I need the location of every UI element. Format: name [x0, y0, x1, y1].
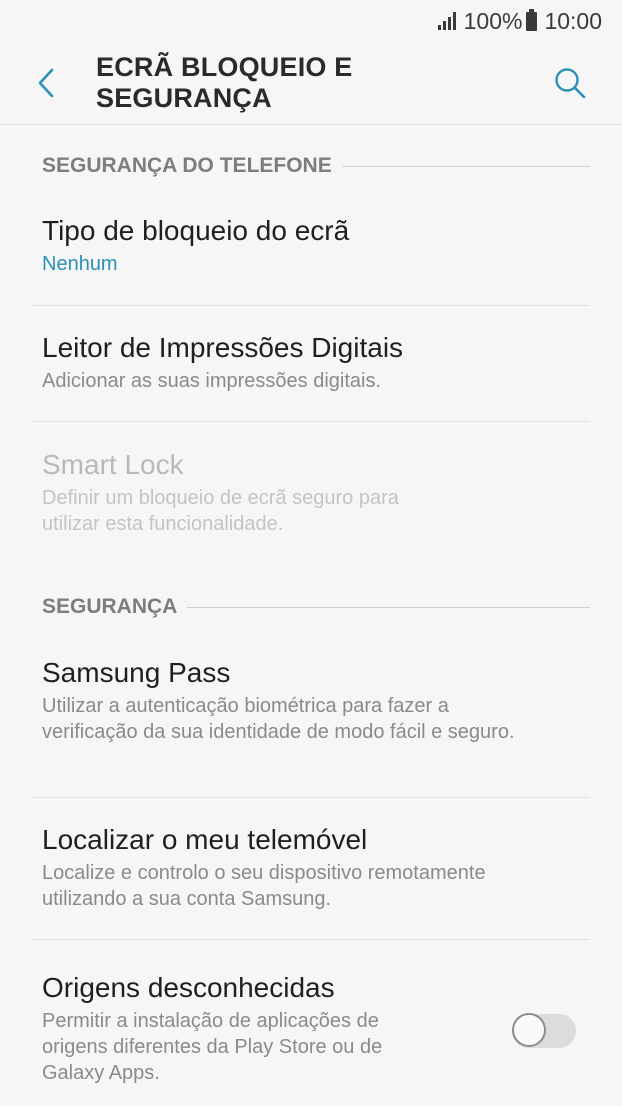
search-icon [555, 68, 586, 99]
list-item-find-my-mobile[interactable]: Localizar o meu telemóvel Localize e con… [42, 823, 562, 912]
section-header-label: SEGURANÇA [42, 595, 178, 618]
toggle-knob [512, 1013, 546, 1047]
back-button[interactable] [0, 42, 96, 124]
section-header-label: SEGURANÇA DO TELEFONE [42, 154, 332, 177]
signal-icon [437, 12, 458, 30]
item-subtitle: Localize e controlo o seu dispositivo re… [42, 862, 486, 910]
item-title: Localizar o meu telemóvel [42, 824, 368, 855]
item-subtitle: Nenhum [42, 253, 118, 275]
list-item-fingerprint-reader[interactable]: Leitor de Impressões Digitais Adicionar … [42, 331, 590, 394]
divider [32, 797, 590, 798]
app-bar: ECRÃ BLOQUEIO E SEGURANÇA [0, 42, 622, 125]
item-title: Smart Lock [42, 449, 184, 480]
section-divider [187, 606, 590, 608]
list-item-smart-lock[interactable]: Smart Lock Definir um bloqueio de ecrã s… [42, 448, 452, 537]
search-button[interactable] [530, 42, 610, 124]
item-title: Origens desconhecidas [42, 972, 335, 1003]
screen: 100% 10:00 ECRÃ BLOQUEIO E SEGURANÇA SEG… [0, 0, 622, 1106]
unknown-sources-toggle[interactable] [512, 1013, 576, 1048]
divider [32, 939, 590, 940]
section-header-security: SEGURANÇA [42, 595, 590, 619]
item-subtitle: Definir um bloqueio de ecrã seguro para … [42, 487, 399, 535]
section-header-phone-security: SEGURANÇA DO TELEFONE [42, 154, 590, 178]
battery-icon [526, 8, 538, 31]
divider [32, 421, 590, 422]
item-subtitle: Adicionar as suas impressões digitais. [42, 370, 382, 392]
divider [32, 305, 590, 306]
list-item-samsung-pass[interactable]: Samsung Pass Utilizar a autenticação bio… [42, 656, 522, 745]
clock: 10:00 [544, 7, 602, 34]
status-bar: 100% 10:00 [0, 0, 622, 42]
chevron-left-icon [38, 68, 54, 98]
item-title: Leitor de Impressões Digitais [42, 332, 404, 363]
item-subtitle: Permitir a instalação de aplicações de o… [42, 1010, 383, 1084]
list-item-screen-lock-type[interactable]: Tipo de bloqueio do ecrã Nenhum [42, 214, 590, 277]
item-title: Samsung Pass [42, 657, 231, 688]
item-title: Tipo de bloqueio do ecrã [42, 215, 350, 246]
item-subtitle: Utilizar a autenticação biométrica para … [42, 695, 515, 743]
section-divider [341, 165, 590, 167]
page-title: ECRÃ BLOQUEIO E SEGURANÇA [96, 52, 353, 113]
battery-percent: 100% [463, 7, 523, 34]
list-item-unknown-sources[interactable]: Origens desconhecidas Permitir a instala… [42, 971, 432, 1086]
